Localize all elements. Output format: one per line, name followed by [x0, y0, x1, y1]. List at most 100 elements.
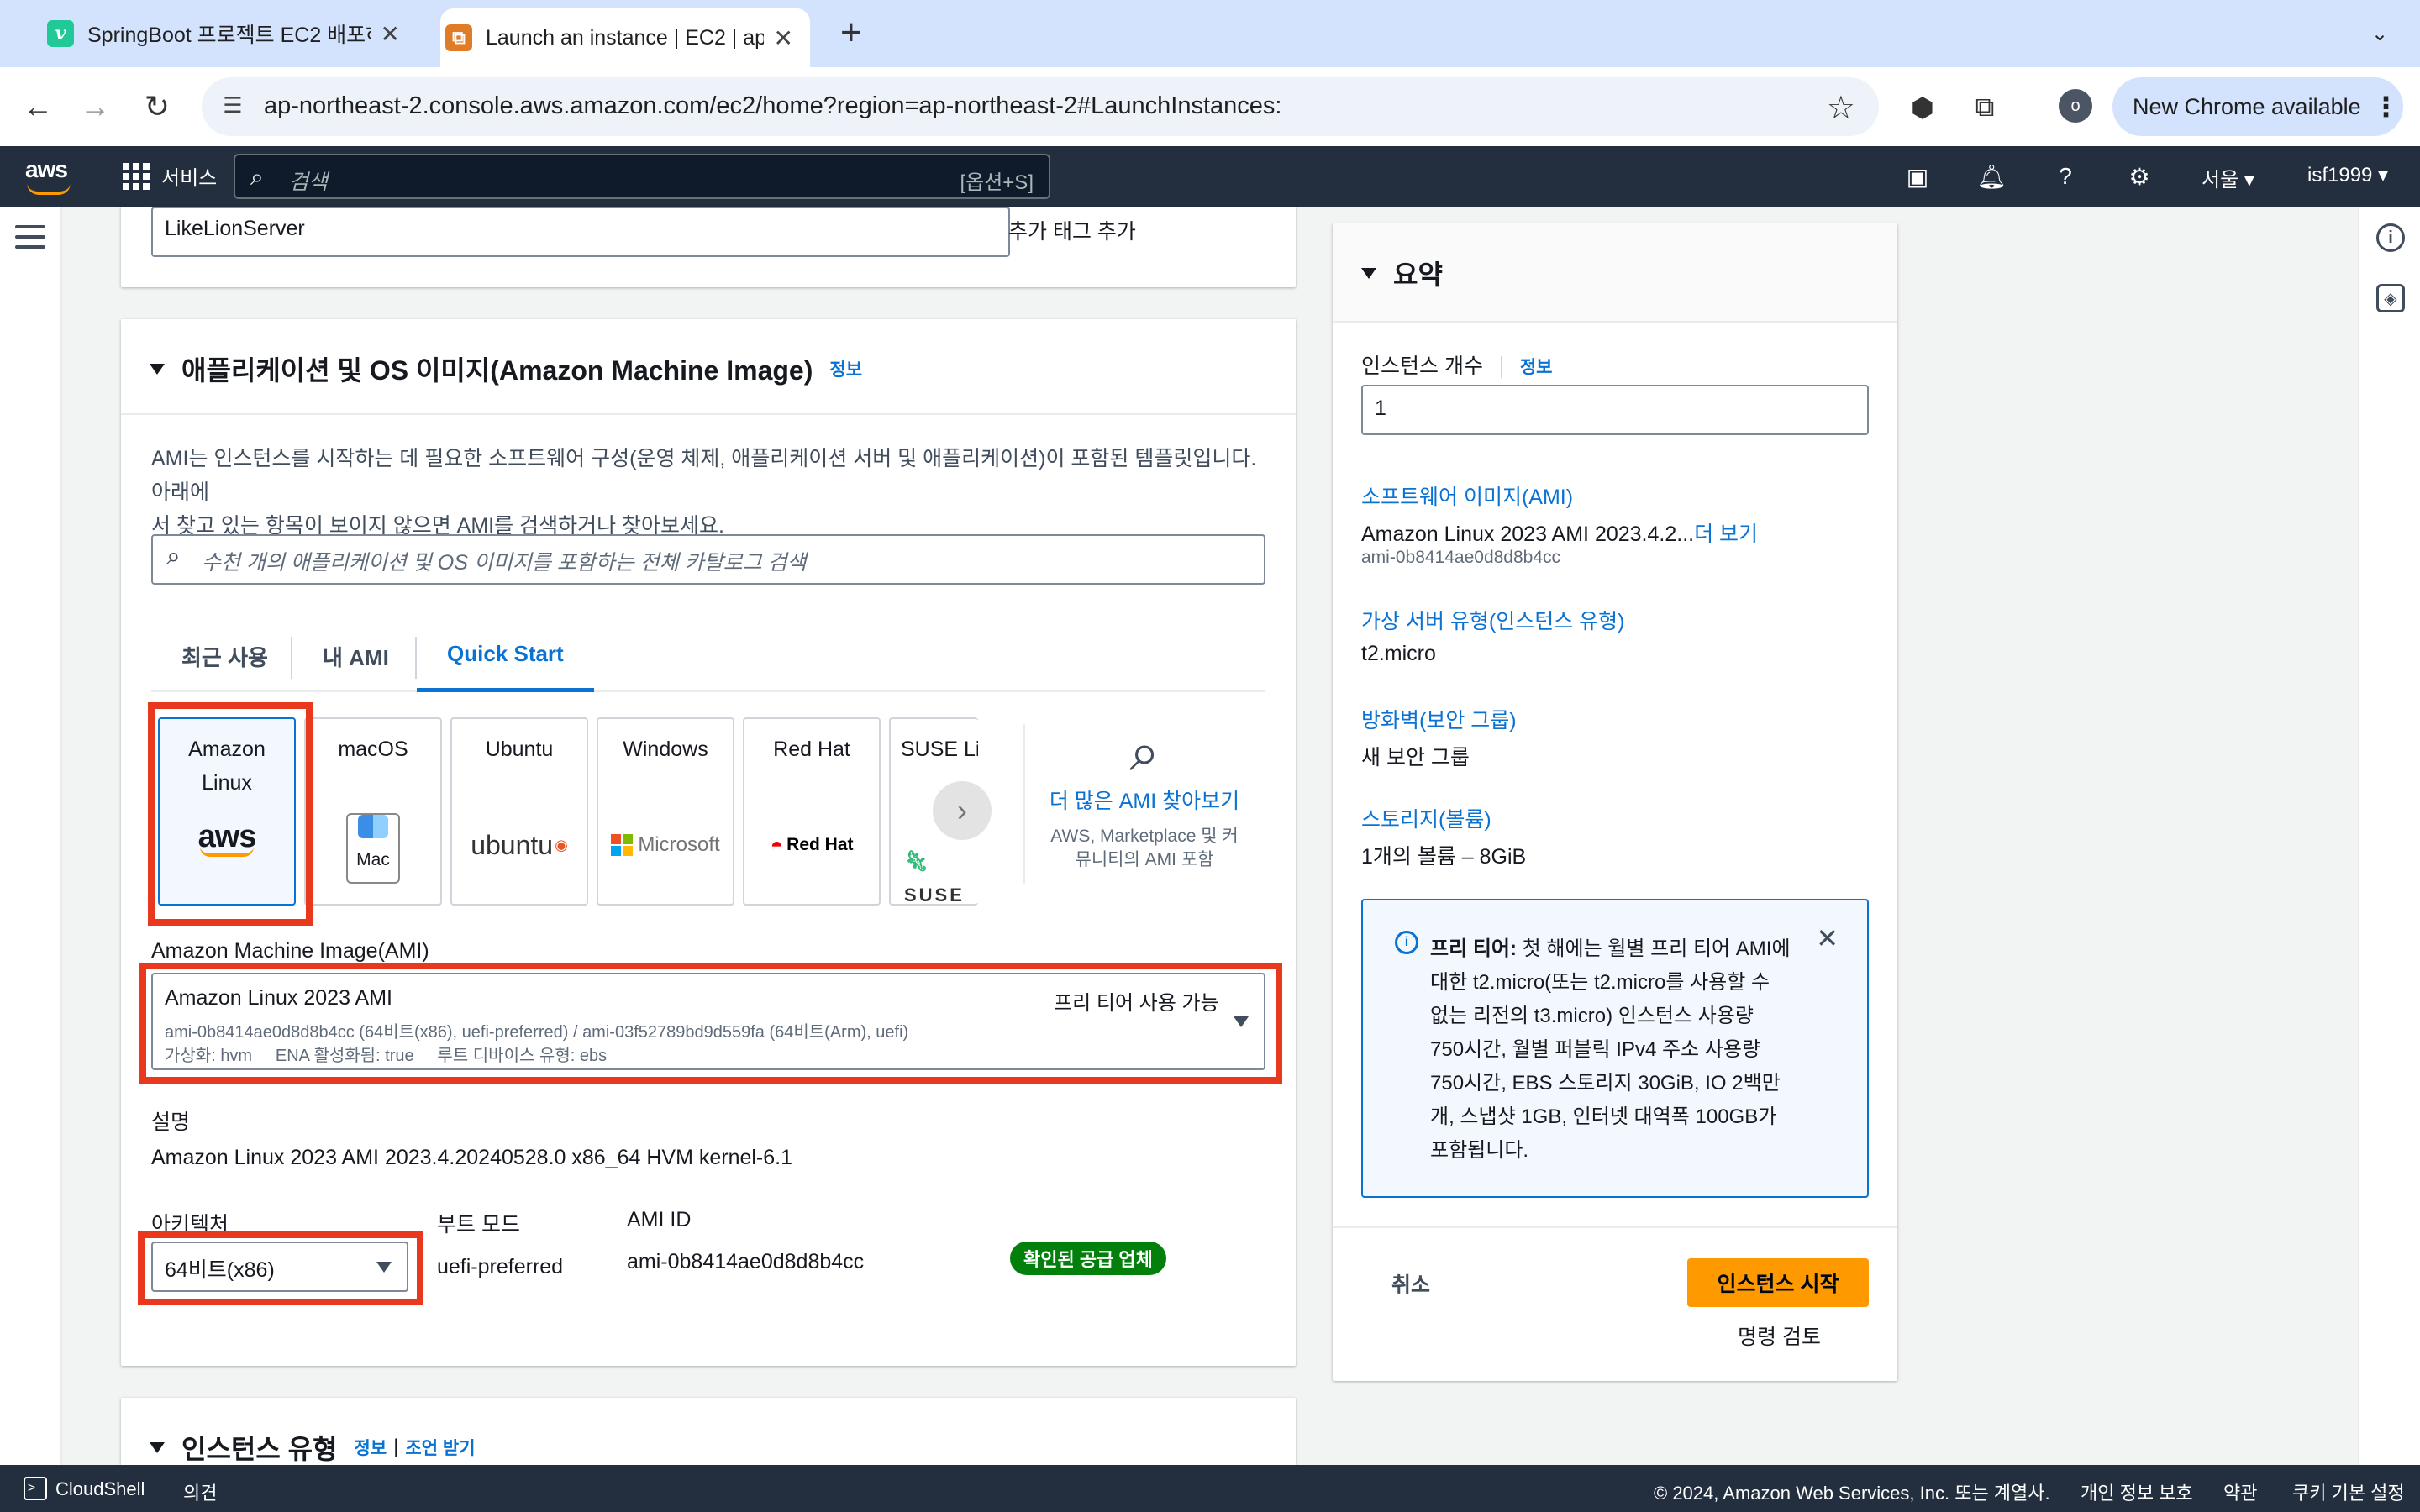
info-panel-icon[interactable]: i [2376, 223, 2405, 252]
site-info-icon[interactable]: ☰ [218, 92, 247, 121]
description-label: 설명 [151, 1110, 191, 1134]
cloudshell-link[interactable]: CloudShell [55, 1478, 145, 1500]
kebab-menu-icon[interactable]: ⋮ [2373, 91, 2400, 123]
add-tag-link[interactable]: 추가 태그 추가 [1008, 215, 1136, 245]
software-image-link[interactable]: 소프트웨어 이미지(AMI) [1361, 480, 1573, 511]
software-image-id: ami-0b8414ae0d8d8b4cc [1361, 548, 1561, 567]
free-tier-alert: i ✕ 프리 티어: 첫 해에는 월별 프리 티어 AMI에 대한 t2.mic… [1361, 899, 1869, 1198]
close-tab-icon[interactable]: ✕ [774, 24, 793, 52]
new-tab-plus-icon[interactable]: + [840, 12, 862, 54]
help-icon[interactable]: ? [2049, 160, 2082, 193]
cloudshell-icon[interactable]: ▣ [1901, 160, 1934, 193]
bookmark-star-icon[interactable]: ☆ [1827, 89, 1855, 127]
storage-value: 1개의 볼륨 – 8GiB [1361, 845, 1527, 869]
instance-count-info-link[interactable]: 정보 [1520, 358, 1553, 377]
velog-favicon-icon: v [47, 20, 74, 47]
copyright-text: © 2024, Amazon Web Services, Inc. 또는 계열사… [1654, 1483, 2050, 1504]
ami-catalog-search-input[interactable]: ⌕ 수천 개의 애플리케이션 및 OS 이미지를 포함하는 전체 카탈로그 검색 [151, 534, 1265, 585]
browse-more-link[interactable]: 더 많은 AMI 찾아보기 [1035, 785, 1254, 815]
divider [1333, 1226, 1897, 1228]
instance-type-value: t2.micro [1361, 642, 1436, 665]
close-icon[interactable]: ✕ [1816, 922, 1839, 954]
tab-my-ami[interactable]: 내 AMI [323, 620, 389, 692]
close-tab-icon[interactable]: ✕ [381, 20, 400, 48]
feedback-link[interactable]: 의견 [183, 1478, 217, 1505]
tab-recent[interactable]: 최근 사용 [182, 620, 268, 692]
browse-more-amis[interactable]: ⌕ 더 많은 AMI 찾아보기 AWS, Marketplace 및 커 뮤니티… [1035, 722, 1254, 872]
os-option-macos[interactable]: macOS Mac [304, 717, 442, 906]
instance-type-title: 인스턴스 유형 [182, 1434, 338, 1464]
instance-type-header[interactable]: 인스턴스 유형 정보 | 조언 받기 [150, 1428, 476, 1467]
privacy-link[interactable]: 개인 정보 보호 [2081, 1478, 2193, 1505]
os-option-ubuntu[interactable]: Ubuntu ubuntu ◉ [450, 717, 588, 906]
browser-toolbar: ← → ↻ ☰ ap-northeast-2.console.aws.amazo… [0, 67, 2420, 146]
ami-label: Amazon Machine Image(AMI) [151, 939, 429, 963]
tab-separator [291, 637, 292, 679]
review-commands-link[interactable]: 명령 검토 [1738, 1320, 1821, 1351]
reload-icon[interactable]: ↻ [136, 86, 178, 128]
instance-count-input[interactable]: 1 [1361, 385, 1869, 435]
os-option-windows[interactable]: Windows Microsoft [597, 717, 734, 906]
tools-rail: i ◈ [2358, 207, 2420, 1465]
tab-quick-start[interactable]: Quick Start [417, 620, 594, 692]
highlight-box [148, 702, 313, 926]
settings-gear-icon[interactable]: ⚙ [2123, 160, 2156, 193]
extensions-puzzle-icon[interactable]: ⧉ [1965, 87, 2005, 128]
notifications-bell-icon[interactable]: 🔔︎ [1975, 160, 2008, 193]
forward-arrow-icon[interactable]: → [74, 86, 116, 128]
ami-section-header[interactable]: 애플리케이션 및 OS 이미지(Amazon Machine Image) 정보 [150, 349, 862, 388]
aws-logo[interactable]: aws [25, 156, 74, 197]
terms-link[interactable]: 약관 [2223, 1478, 2257, 1505]
firewall-link[interactable]: 방화벽(보안 그룹) [1361, 704, 1517, 734]
get-advice-link[interactable]: 조언 받기 [405, 1435, 475, 1460]
free-tier-text: 프리 티어: 첫 해에는 월별 프리 티어 AMI에 대한 t2.micro(또… [1430, 937, 1791, 1162]
cloudshell-terminal-icon[interactable]: >_ [24, 1477, 47, 1500]
aws-search-input[interactable]: ⌕ 검색 [옵션+S] [234, 154, 1050, 199]
services-grid-icon [123, 162, 150, 190]
browser-tab-ec2-launch[interactable]: ⧉ Launch an instance | EC2 | ap-northeas… [440, 8, 810, 67]
search-shortcut-hint: [옵션+S] [960, 171, 1034, 194]
ami-section-title: 애플리케이션 및 OS 이미지(Amazon Machine Image) [182, 355, 813, 386]
instance-type-link[interactable]: 가상 서버 유형(인스턴스 유형) [1361, 605, 1625, 635]
cookie-preferences-link[interactable]: 쿠키 기본 설정 [2292, 1478, 2405, 1505]
storage-link[interactable]: 스토리지(볼륨) [1361, 803, 1491, 833]
browse-more-sub: AWS, Marketplace 및 커 뮤니티의 AMI 포함 [1050, 827, 1239, 869]
divider [121, 413, 1296, 415]
browser-tab-springboot[interactable]: v SpringBoot 프로젝트 EC2 배포하기 ✕ [47, 10, 417, 57]
mac-finder-icon: Mac [306, 813, 440, 884]
boot-mode-label: 부트 모드 [437, 1213, 520, 1236]
extension-shield-icon[interactable]: ⬢ [1902, 87, 1943, 128]
cancel-button[interactable]: 취소 [1392, 1268, 1430, 1299]
account-menu[interactable]: isf1999 ▾ [2307, 163, 2388, 187]
new-chrome-label: New Chrome available [2133, 93, 2361, 119]
tools-panel-icon[interactable]: ◈ [2376, 284, 2405, 312]
tab-search-chevron-icon[interactable]: ⌄ [2361, 15, 2398, 52]
new-chrome-available-button[interactable]: New Chrome available ⋮ [2112, 77, 2403, 136]
summary-header-toggle[interactable]: 요약 [1361, 254, 1443, 292]
services-menu-button[interactable]: 서비스 [123, 161, 217, 191]
search-icon: ⌕ [250, 164, 264, 190]
os-option-redhat[interactable]: Red Hat ◓ Red Hat [743, 717, 881, 906]
instance-name-input[interactable]: LikeLionServer [151, 207, 1010, 257]
region-selector[interactable]: 서울 ▾ [2202, 163, 2254, 192]
launch-instance-button[interactable]: 인스턴스 시작 [1687, 1258, 1869, 1307]
address-bar[interactable]: ☰ ap-northeast-2.console.aws.amazon.com/… [202, 77, 1879, 136]
instance-count-label: 인스턴스 개수 정보 [1361, 354, 1553, 379]
back-arrow-icon[interactable]: ← [17, 86, 59, 128]
hamburger-menu-icon[interactable] [15, 225, 45, 255]
suse-logo-icon: 🦎︎ SUSE [904, 850, 965, 906]
highlight-box [139, 963, 1282, 1084]
software-image-value: Amazon Linux 2023 AMI 2023.4.2...더 보기 [1361, 522, 1759, 546]
summary-title: 요약 [1393, 260, 1443, 290]
url-text[interactable]: ap-northeast-2.console.aws.amazon.com/ec… [264, 92, 1282, 120]
boot-mode-value: uefi-preferred [437, 1255, 564, 1278]
carousel-next-chevron-icon[interactable]: › [933, 781, 992, 840]
services-label: 서비스 [161, 167, 218, 190]
profile-avatar[interactable]: o [2059, 89, 2092, 123]
verified-provider-badge: 확인된 공급 업체 [1010, 1242, 1166, 1275]
instance-type-info-link[interactable]: 정보 [355, 1435, 387, 1460]
see-more-link[interactable]: 더 보기 [1694, 522, 1758, 546]
ami-info-link[interactable]: 정보 [829, 356, 862, 381]
ami-tabs: 최근 사용 내 AMI Quick Start [151, 620, 1265, 692]
search-icon: ⌕ [166, 543, 181, 570]
